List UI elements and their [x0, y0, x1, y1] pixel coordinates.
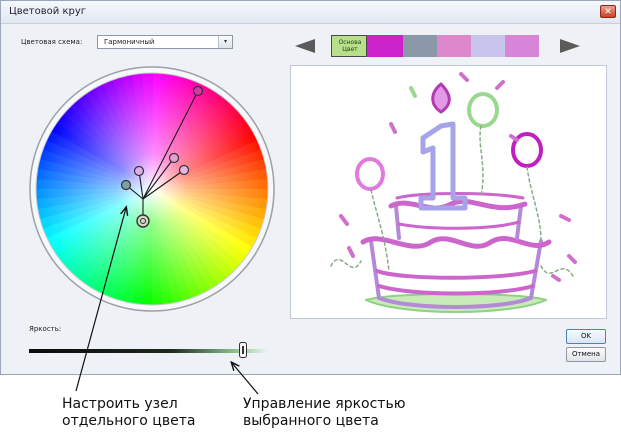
base-label-line1: Основа — [338, 39, 362, 46]
color-node-handle[interactable] — [192, 85, 204, 97]
callout-right-line1: Управление яркостью — [243, 396, 406, 412]
callout-brightness: Управление яркостью выбранного цвета — [243, 396, 406, 430]
color-scheme-label: Цветовая схема: — [21, 38, 83, 46]
chevron-down-icon[interactable]: ▾ — [218, 36, 232, 48]
color-swatch-strip: Основа Цвет — [331, 35, 539, 57]
swatch-color-3[interactable] — [437, 35, 471, 57]
brightness-label: Яркость: — [29, 325, 62, 333]
window-title: Цветовой круг — [9, 6, 87, 17]
preview-image — [290, 65, 607, 319]
brightness-slider-thumb[interactable] — [239, 342, 247, 358]
ok-button[interactable]: OK — [566, 329, 606, 344]
title-bar: Цветовой круг ✕ — [1, 1, 620, 24]
swatch-color-2[interactable] — [403, 35, 437, 57]
base-label-line2: Цвет — [342, 46, 358, 53]
arrow-right-icon[interactable] — [560, 39, 580, 53]
brightness-slider[interactable] — [29, 349, 267, 353]
cancel-button[interactable]: Отмена — [566, 347, 606, 362]
color-node-handle[interactable] — [168, 152, 180, 164]
callout-right-line2: выбранного цвета — [243, 413, 379, 429]
swatch-color-4[interactable] — [471, 35, 505, 57]
callout-adjust-node: Настроить узел отдельного цвета — [62, 396, 195, 430]
color-scheme-dropdown[interactable]: Гармоничный ▾ — [97, 35, 233, 49]
color-node-handle[interactable] — [120, 179, 132, 191]
color-wheel-dialog: Цветовой круг ✕ Цветовая схема: Гармонич… — [0, 0, 621, 375]
swatch-color-1[interactable] — [367, 35, 403, 57]
color-wheel[interactable] — [28, 65, 276, 313]
callout-left-line1: Настроить узел — [62, 396, 178, 412]
swatch-base-color[interactable]: Основа Цвет — [331, 35, 367, 57]
base-color-node-handle[interactable] — [136, 214, 150, 228]
callout-left-line2: отдельного цвета — [62, 413, 196, 429]
color-node-handle[interactable] — [133, 165, 145, 177]
close-button[interactable]: ✕ — [600, 5, 616, 18]
close-icon: ✕ — [604, 7, 612, 17]
color-scheme-value: Гармоничный — [104, 38, 155, 46]
swatch-color-5[interactable] — [505, 35, 539, 57]
arrow-left-icon[interactable] — [295, 39, 315, 53]
color-node-handle[interactable] — [178, 164, 190, 176]
